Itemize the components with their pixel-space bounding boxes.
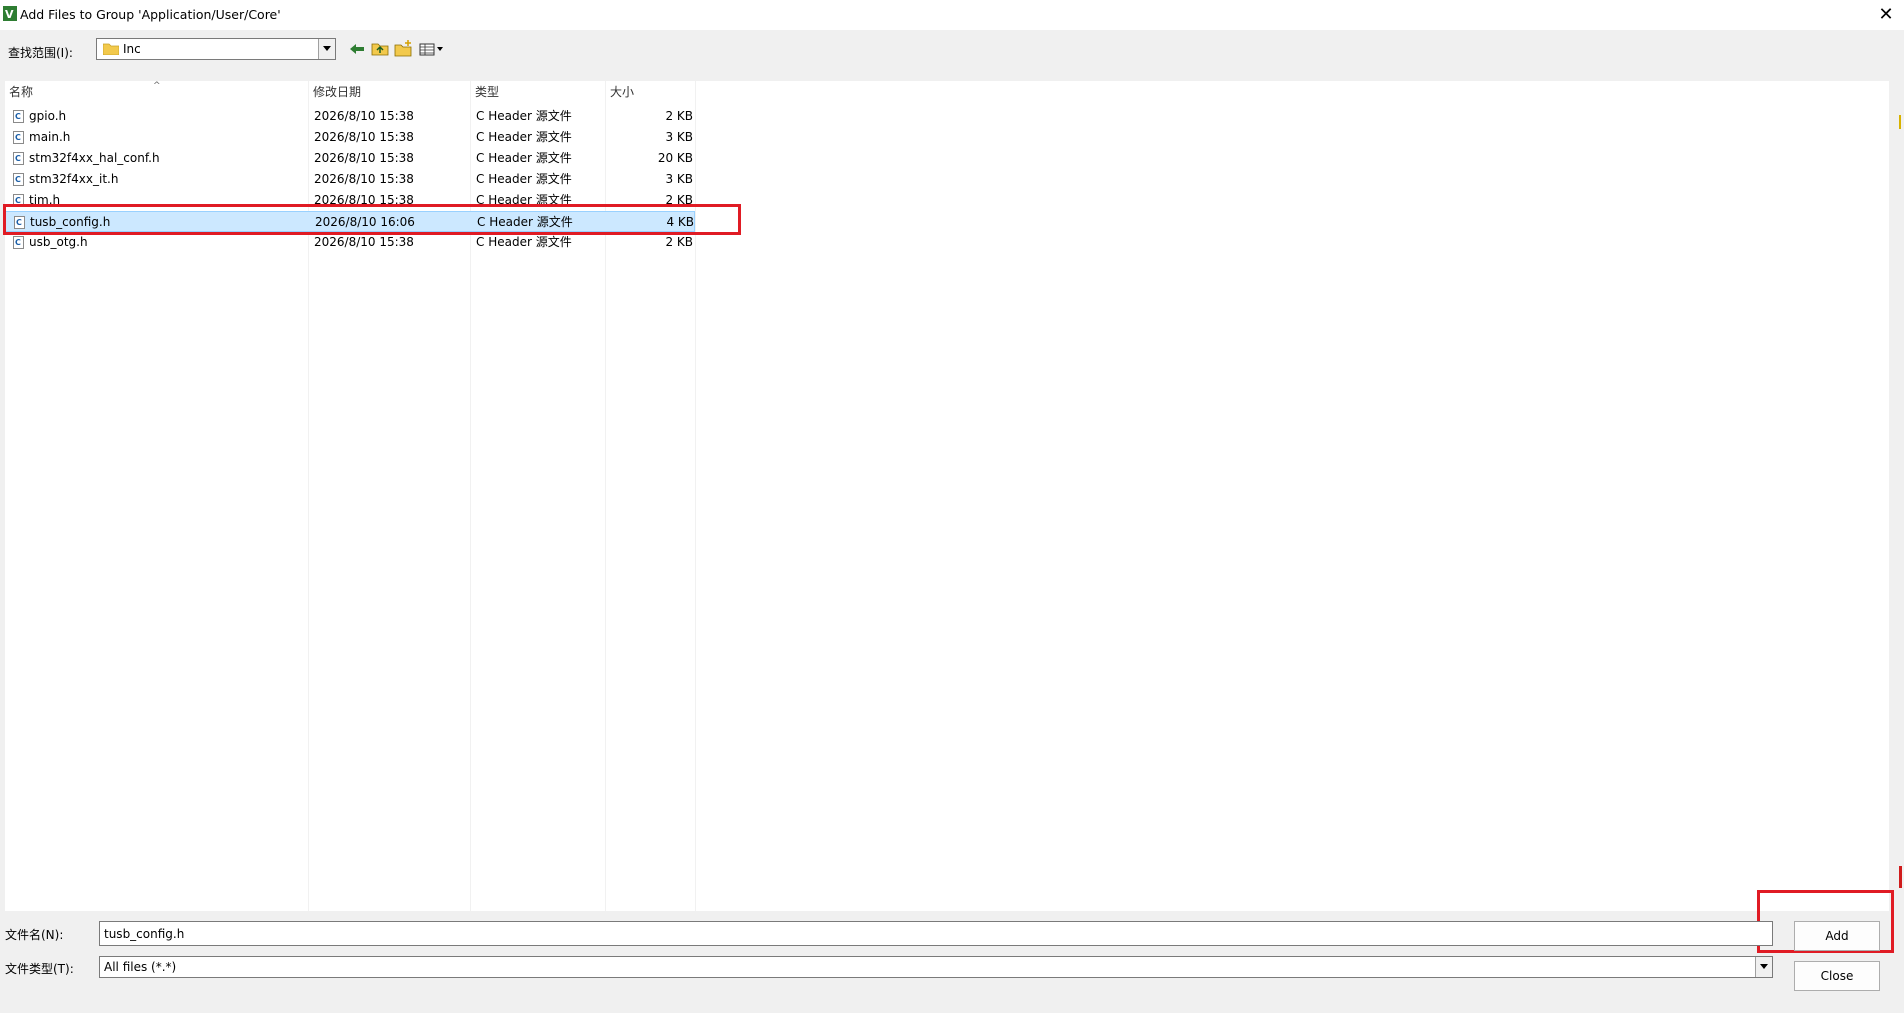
lookin-dropdown-button[interactable] <box>318 39 335 59</box>
highlight-selected-file <box>3 204 741 235</box>
file-type: C Header 源文件 <box>476 109 572 123</box>
new-folder-button[interactable] <box>392 38 414 60</box>
file-name: stm32f4xx_it.h <box>29 172 119 186</box>
file-size: 2 KB <box>665 235 693 249</box>
edge-marker <box>1899 115 1901 129</box>
c-file-icon <box>13 232 24 253</box>
filetype-value: All files (*.*) <box>104 960 177 974</box>
lookin-combo[interactable]: Inc <box>96 38 336 60</box>
filetype-combo[interactable]: All files (*.*) <box>99 956 1773 978</box>
file-type: C Header 源文件 <box>476 235 572 249</box>
file-date: 2026/8/10 15:38 <box>314 130 414 144</box>
up-folder-icon <box>371 43 389 56</box>
c-file-icon <box>13 148 24 169</box>
filename-input[interactable] <box>99 921 1773 946</box>
edge-marker <box>1899 866 1902 888</box>
file-name: gpio.h <box>29 109 67 123</box>
file-row-gpio[interactable]: gpio.h 2026/8/10 15:38 C Header 源文件 2 KB <box>5 106 695 127</box>
file-date: 2026/8/10 15:38 <box>314 151 414 165</box>
file-size: 2 KB <box>665 109 693 123</box>
file-name: main.h <box>29 130 71 144</box>
file-type: C Header 源文件 <box>476 172 572 186</box>
lookin-label: 查找范围(I): <box>8 46 73 60</box>
file-type: C Header 源文件 <box>476 151 572 165</box>
file-size: 3 KB <box>665 130 693 144</box>
column-header-date[interactable]: 修改日期 <box>309 81 470 103</box>
file-size: 20 KB <box>657 151 693 165</box>
column-header-type[interactable]: 类型 <box>471 81 605 103</box>
filetype-dropdown-button[interactable] <box>1755 957 1772 977</box>
keil-app-icon: V <box>3 6 17 21</box>
column-header-size[interactable]: 大小 <box>606 81 695 103</box>
file-type: C Header 源文件 <box>476 130 572 144</box>
chevron-down-icon <box>323 46 331 51</box>
filename-label: 文件名(N): <box>5 928 64 942</box>
column-header-type-label: 类型 <box>475 85 500 99</box>
column-header-name-label: 名称 <box>9 85 34 99</box>
svg-text:V: V <box>5 8 14 21</box>
back-button[interactable] <box>346 38 368 60</box>
add-button[interactable]: Add <box>1794 921 1880 951</box>
c-file-icon <box>13 106 24 127</box>
folder-icon <box>102 43 120 56</box>
file-date: 2026/8/10 15:38 <box>314 172 414 186</box>
file-name: stm32f4xx_hal_conf.h <box>29 151 160 165</box>
file-size: 3 KB <box>665 172 693 186</box>
file-row-usb-otg[interactable]: usb_otg.h 2026/8/10 15:38 C Header 源文件 2… <box>5 232 695 253</box>
details-view-icon <box>419 43 443 56</box>
up-folder-button[interactable] <box>369 38 391 60</box>
column-header-size-label: 大小 <box>610 85 635 99</box>
file-row-it[interactable]: stm32f4xx_it.h 2026/8/10 15:38 C Header … <box>5 169 695 190</box>
chevron-down-icon <box>1760 964 1768 969</box>
file-row-hal-conf[interactable]: stm32f4xx_hal_conf.h 2026/8/10 15:38 C H… <box>5 148 695 169</box>
sort-ascending-icon: ^ <box>153 81 161 91</box>
file-date: 2026/8/10 15:38 <box>314 109 414 123</box>
window-title: Add Files to Group 'Application/User/Cor… <box>20 7 281 22</box>
close-button[interactable]: Close <box>1794 961 1880 991</box>
file-name: usb_otg.h <box>29 235 88 249</box>
file-date: 2026/8/10 15:38 <box>314 235 414 249</box>
close-window-icon[interactable]: ✕ <box>1873 2 1899 28</box>
column-header-date-label: 修改日期 <box>313 85 362 99</box>
c-file-icon <box>13 169 24 190</box>
back-arrow-icon <box>350 44 364 54</box>
c-file-icon <box>13 127 24 148</box>
filetype-label: 文件类型(T): <box>5 962 74 976</box>
view-menu-button[interactable] <box>417 38 447 60</box>
title-bar: V Add Files to Group 'Application/User/C… <box>0 0 1904 30</box>
file-row-main[interactable]: main.h 2026/8/10 15:38 C Header 源文件 3 KB <box>5 127 695 148</box>
lookin-value: Inc <box>123 42 141 56</box>
new-folder-icon <box>394 40 412 57</box>
